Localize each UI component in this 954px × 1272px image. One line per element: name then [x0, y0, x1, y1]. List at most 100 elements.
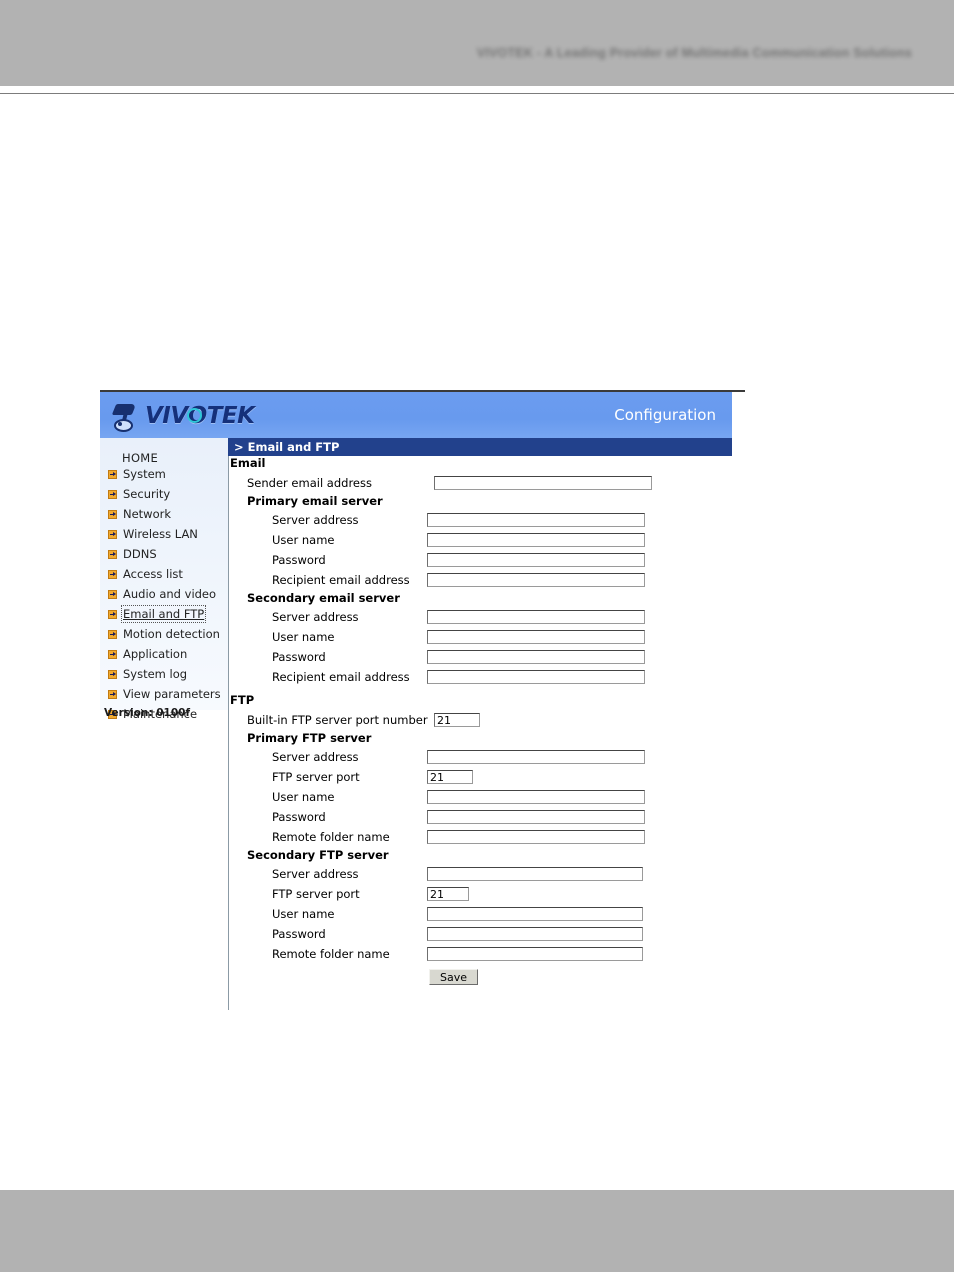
camera-icon: [111, 402, 142, 432]
field-primary-ftp-server-address: Server address: [272, 747, 745, 767]
field-secondary-email-recipient: Recipient email address: [272, 667, 745, 687]
field-primary-email-password: Password: [272, 550, 745, 570]
logo-text-part2: TEK: [206, 402, 255, 429]
primary-ftp-password-input[interactable]: [427, 810, 645, 824]
field-primary-ftp-password: Password: [272, 807, 745, 827]
sidebar-item-label: Motion detection: [123, 627, 220, 641]
field-secondary-ftp-user-name: User name: [272, 904, 745, 924]
arrow-right-icon: [108, 649, 117, 659]
secondary-ftp-remote-folder-input[interactable]: [427, 947, 643, 961]
sidebar-item-application[interactable]: Application: [100, 644, 228, 664]
field-builtin-ftp-port: Built-in FTP server port number: [247, 710, 745, 730]
primary-email-recipient-input[interactable]: [427, 573, 645, 587]
secondary-email-user-name-input[interactable]: [427, 630, 645, 644]
page-horizontal-rule: [0, 93, 954, 94]
arrow-right-icon: [108, 549, 117, 559]
secondary-email-password-input[interactable]: [427, 650, 645, 664]
primary-ftp-user-name-input[interactable]: [427, 790, 645, 804]
sidebar-item-label: Access list: [123, 567, 183, 581]
field-label: User name: [272, 533, 335, 547]
field-primary-email-server-address: Server address: [272, 510, 745, 530]
field-label: Password: [272, 553, 326, 567]
sidebar-item-label: Wireless LAN: [123, 527, 198, 541]
field-label: User name: [272, 790, 335, 804]
field-label: User name: [272, 907, 335, 921]
sidebar-item-security[interactable]: Security: [100, 484, 228, 504]
arrow-right-icon: [108, 509, 117, 519]
field-label: Recipient email address: [272, 670, 410, 684]
field-secondary-email-user-name: User name: [272, 627, 745, 647]
field-label: Server address: [272, 750, 359, 764]
secondary-ftp-password-input[interactable]: [427, 927, 643, 941]
sidebar-item-label: System: [123, 467, 166, 481]
secondary-email-server-heading: Secondary email server: [247, 591, 400, 605]
arrow-right-icon: [108, 489, 117, 499]
arrow-right-icon: [108, 589, 117, 599]
primary-email-password-input[interactable]: [427, 553, 645, 567]
sidebar-item-system-log[interactable]: System log: [100, 664, 228, 684]
field-sender-email-address: Sender email address: [247, 473, 745, 493]
primary-email-user-name-input[interactable]: [427, 533, 645, 547]
secondary-ftp-port-input[interactable]: [427, 887, 469, 901]
primary-email-server-heading: Primary email server: [247, 494, 383, 508]
field-secondary-ftp-port: FTP server port: [272, 884, 745, 904]
field-secondary-ftp-password: Password: [272, 924, 745, 944]
field-label: Password: [272, 927, 326, 941]
primary-email-server-address-input[interactable]: [427, 513, 645, 527]
arrow-right-icon: [108, 529, 117, 539]
secondary-email-recipient-input[interactable]: [427, 670, 645, 684]
arrow-right-icon: [108, 669, 117, 679]
arrow-right-icon: [108, 629, 117, 639]
logo-text-o: O: [186, 402, 207, 429]
field-primary-ftp-user-name: User name: [272, 787, 745, 807]
sidebar-item-label: Security: [123, 487, 171, 501]
sidebar-item-ddns[interactable]: DDNS: [100, 544, 228, 564]
field-primary-email-recipient: Recipient email address: [272, 570, 745, 590]
field-label: Remote folder name: [272, 830, 390, 844]
sidebar-item-home[interactable]: HOME: [122, 451, 158, 465]
sidebar-item-audio-and-video[interactable]: Audio and video: [100, 584, 228, 604]
secondary-ftp-server-heading: Secondary FTP server: [247, 848, 389, 862]
sidebar-item-label: System log: [123, 667, 188, 681]
sender-email-address-input[interactable]: [434, 476, 652, 490]
field-label: FTP server port: [272, 770, 360, 784]
sidebar-item-label: View parameters: [123, 687, 221, 701]
field-label: Recipient email address: [272, 573, 410, 587]
field-label: Server address: [272, 513, 359, 527]
sidebar-item-view-parameters[interactable]: View parameters: [100, 684, 228, 704]
sidebar-item-access-list[interactable]: Access list: [100, 564, 228, 584]
ftp-section-heading: FTP: [230, 693, 255, 707]
field-label: Password: [272, 650, 326, 664]
field-primary-ftp-port: FTP server port: [272, 767, 745, 787]
secondary-ftp-user-name-input[interactable]: [427, 907, 643, 921]
config-form: Email Sender email address Primary email…: [228, 456, 745, 985]
arrow-right-icon: [108, 689, 117, 699]
logo-wordmark: VIVOTEK: [145, 402, 255, 429]
page-title: > Email and FTP: [228, 438, 732, 456]
secondary-ftp-server-address-input[interactable]: [427, 867, 643, 881]
sidebar-item-network[interactable]: Network: [100, 504, 228, 524]
field-label: FTP server port: [272, 887, 360, 901]
sidebar-nav-list: System Security Network Wireless LAN DDN…: [100, 464, 228, 724]
field-label: Built-in FTP server port number: [247, 713, 428, 727]
primary-ftp-server-heading: Primary FTP server: [247, 731, 372, 745]
secondary-email-server-address-input[interactable]: [427, 610, 645, 624]
field-label: Password: [272, 810, 326, 824]
field-label: Sender email address: [247, 476, 372, 490]
field-label: User name: [272, 630, 335, 644]
sidebar-item-wireless-lan[interactable]: Wireless LAN: [100, 524, 228, 544]
field-label: Remote folder name: [272, 947, 390, 961]
page-bottom-band: [0, 1190, 954, 1272]
sidebar-item-system[interactable]: System: [100, 464, 228, 484]
builtin-ftp-port-input[interactable]: [434, 713, 480, 727]
sidebar-item-motion-detection[interactable]: Motion detection: [100, 624, 228, 644]
primary-ftp-port-input[interactable]: [427, 770, 473, 784]
save-button[interactable]: Save: [429, 969, 479, 985]
logo-text-part1: VIV: [145, 402, 188, 429]
sidebar-item-email-and-ftp[interactable]: Email and FTP: [100, 604, 228, 624]
primary-ftp-server-address-input[interactable]: [427, 750, 645, 764]
primary-ftp-remote-folder-input[interactable]: [427, 830, 645, 844]
field-secondary-email-server-address: Server address: [272, 607, 745, 627]
sidebar-item-label: Email and FTP: [120, 605, 207, 623]
field-secondary-email-password: Password: [272, 647, 745, 667]
